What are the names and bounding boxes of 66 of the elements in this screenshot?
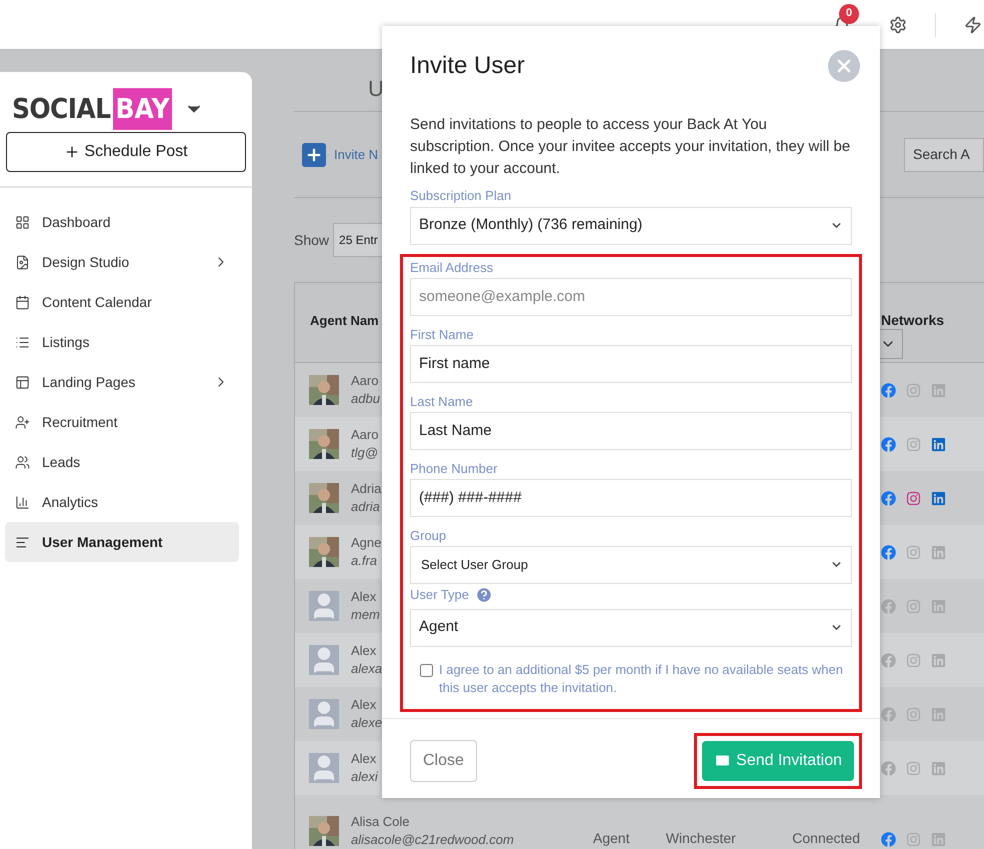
- sidebar-label: Landing Pages: [42, 372, 136, 392]
- sidebar-label: Dashboard: [42, 212, 112, 232]
- subscription-select[interactable]: Bronze (Monthly) (736 remaining): [410, 206, 852, 244]
- sidebar-label: User Management: [42, 532, 164, 552]
- agent-email: alisacole@c21redwood.com: [351, 831, 514, 849]
- field-label: Phone Number: [410, 460, 498, 478]
- input-field[interactable]: First name: [410, 344, 852, 382]
- agent-name: Agne: [351, 534, 382, 552]
- agent-name: Aaro: [351, 426, 378, 444]
- sidebar-item[interactable]: Listings: [5, 322, 239, 362]
- sidebar-label: Leads: [42, 452, 82, 472]
- agent-email: adbu: [351, 390, 380, 408]
- select-field[interactable]: Agent: [410, 608, 852, 646]
- close-button[interactable]: Close: [410, 740, 477, 782]
- agent-name: Alisa Cole: [351, 813, 411, 831]
- column-header: Agent Nam: [310, 313, 379, 328]
- sidebar-item[interactable]: User Management: [5, 522, 239, 562]
- input-field[interactable]: someone@example.com: [410, 278, 852, 316]
- logo-highlight: BAY: [113, 88, 172, 130]
- sidebar-item[interactable]: Dashboard: [5, 202, 239, 242]
- page-title: U: [368, 75, 384, 103]
- dialog-title: Invite User: [410, 51, 525, 81]
- agent-name: Adria: [351, 480, 382, 498]
- agent-name: Alex: [351, 750, 378, 768]
- agent-email: tlg@: [351, 444, 378, 462]
- sidebar-item[interactable]: Analytics: [5, 482, 239, 522]
- search-field[interactable]: Search A: [904, 138, 984, 172]
- agent-email: adria: [351, 498, 381, 516]
- column-header: Networks: [881, 312, 944, 328]
- notification-badge: 0: [839, 4, 859, 24]
- sidebar-label: Listings: [42, 332, 90, 352]
- agent-email: alexi: [351, 768, 378, 786]
- field-label: Subscription Plan: [410, 187, 512, 205]
- sidebar-item[interactable]: Landing Pages: [5, 362, 239, 402]
- field-label: Group: [410, 527, 446, 546]
- agent-email: mem: [351, 606, 380, 624]
- sidebar-label: Recruitment: [42, 412, 118, 432]
- sidebar-item[interactable]: Leads: [5, 442, 239, 482]
- select-field[interactable]: Select User Group: [410, 546, 852, 584]
- agree-text: I agree to an additional $5 per month if I have no available seats when this user accepts the invitation.: [439, 660, 844, 696]
- agent-name: Aaro: [351, 372, 380, 390]
- logo-text: SOCIAL: [12, 92, 110, 127]
- agent-name: Alex: [351, 696, 378, 714]
- sidebar-item[interactable]: Content Calendar: [5, 282, 239, 322]
- office-cell-text: Winchester: [666, 829, 737, 848]
- agent-name: Alex: [351, 642, 378, 660]
- agent-email: alexa: [351, 660, 382, 678]
- intro-text: Send invitations to people to access your Back At You subscription. Once your invitee accepts your invitation, they will be linked to your account.: [409, 115, 852, 179]
- sidebar-item[interactable]: Design Studio: [5, 242, 239, 282]
- sidebar-item[interactable]: Recruitment: [5, 402, 239, 442]
- schedule-post-button[interactable]: Schedule Post: [6, 132, 246, 172]
- status-cell-text: Connected: [792, 829, 860, 848]
- field-label: Email Address: [410, 259, 494, 278]
- agent-email: alexe: [351, 714, 382, 732]
- sidebar-label: Design Studio: [42, 252, 130, 272]
- input-field[interactable]: (###) ###-####: [410, 478, 852, 516]
- input-field[interactable]: Last Name: [410, 412, 852, 450]
- field-label: Last Name: [410, 393, 473, 412]
- field-label: User Type: [410, 586, 470, 604]
- sidebar-label: Analytics: [42, 492, 100, 512]
- agent-name: Alex: [351, 588, 378, 606]
- role-cell-text: Agent: [593, 829, 631, 848]
- show-label: Show: [294, 230, 330, 250]
- agent-email: a.fra: [351, 552, 378, 570]
- sidebar-label: Content Calendar: [42, 292, 153, 312]
- field-label: First Name: [410, 326, 474, 344]
